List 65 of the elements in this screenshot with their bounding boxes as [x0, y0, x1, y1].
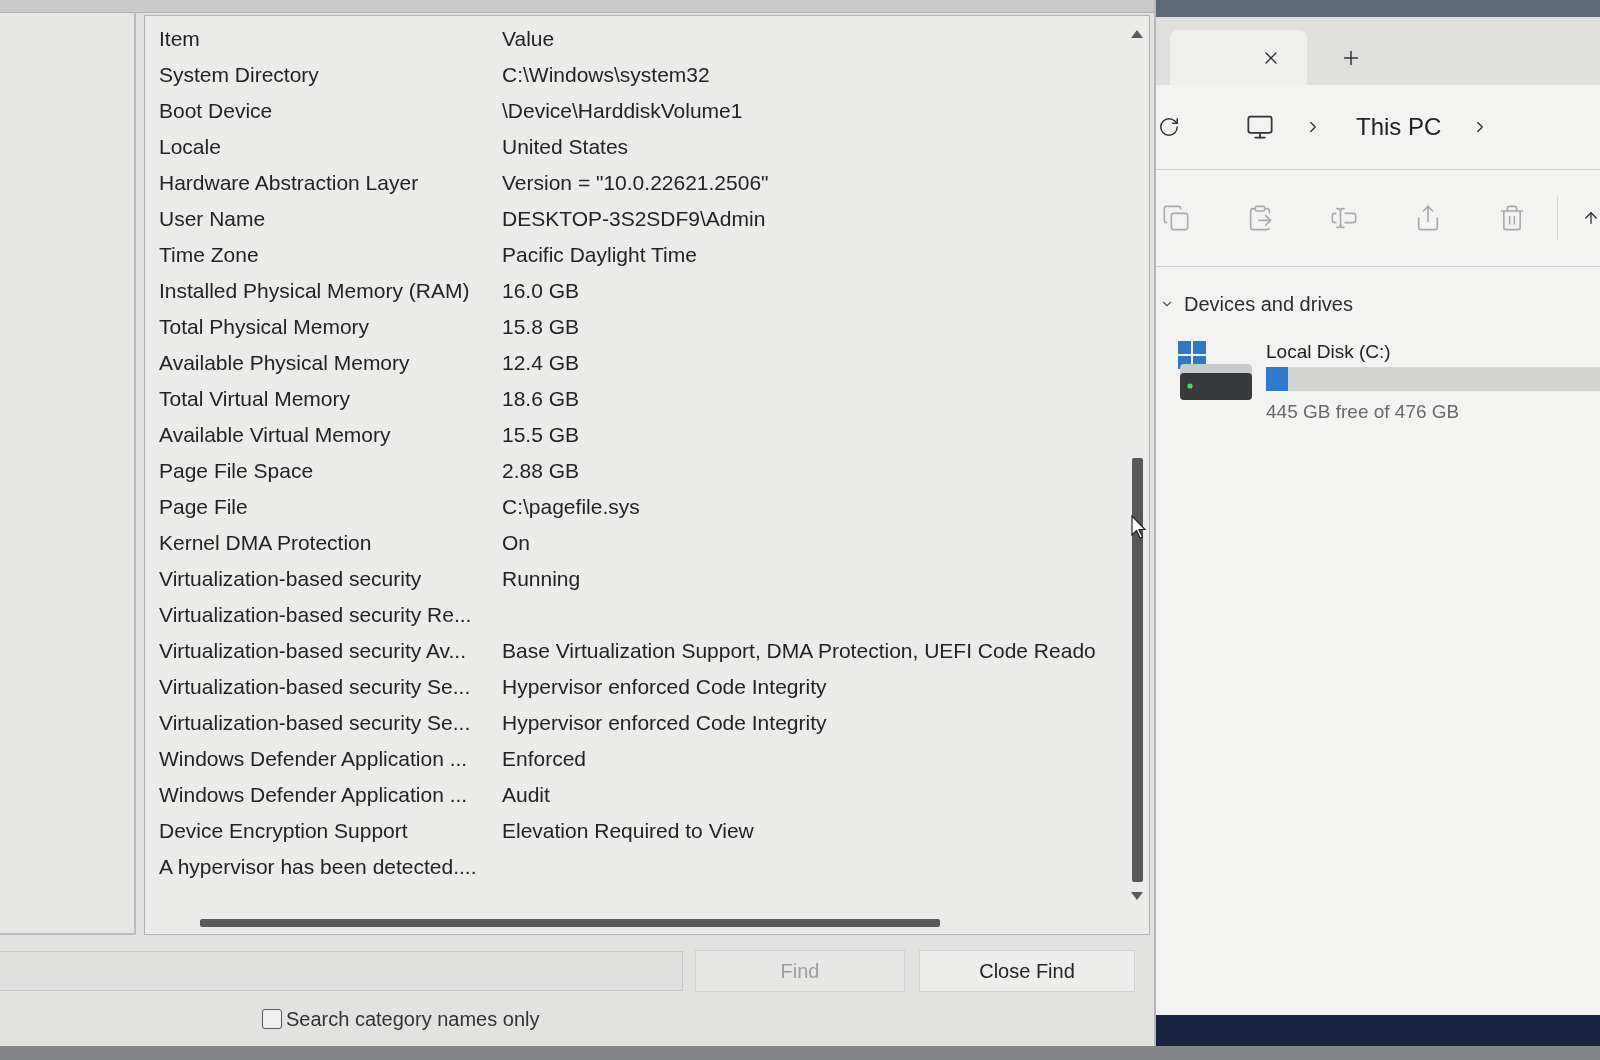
table-cell: Locale	[159, 135, 221, 159]
table-cell: 12.4 GB	[502, 351, 580, 375]
refresh-icon[interactable]	[1158, 116, 1180, 138]
mouse-pointer-icon	[1131, 515, 1147, 540]
table-cell: Base Virtualization Support, DMA Protection, UEFI Code Reado	[502, 639, 1096, 663]
table-cell: Available Virtual Memory	[159, 423, 391, 447]
table-cell: Virtualization-based security Av...	[159, 639, 466, 663]
table-cell: Time Zone	[159, 243, 259, 267]
column-header[interactable]: Value	[502, 27, 555, 51]
table-cell: Running	[502, 567, 581, 591]
table-cell: \Device\HarddiskVolume1	[502, 99, 743, 123]
table-cell: Hardware Abstraction Layer	[159, 171, 419, 195]
table-cell: Total Physical Memory	[159, 315, 370, 339]
table-cell: 18.6 GB	[502, 387, 580, 411]
table-cell: Page File Space	[159, 459, 314, 483]
table-cell: Device Encryption Support	[159, 819, 408, 843]
table-cell: DESKTOP-3S2SDF9\Admin	[502, 207, 766, 231]
table-cell: Windows Defender Application ...	[159, 747, 468, 771]
drive-capacity: 445 GB free of 476 GB	[1266, 401, 1461, 423]
sort-button[interactable]	[1582, 209, 1600, 227]
table-cell: Boot Device	[159, 99, 273, 123]
table-cell: United States	[502, 135, 629, 159]
table-cell: Virtualization-based security Se...	[159, 711, 471, 735]
copy-icon	[1162, 204, 1190, 232]
scrollbar-thumb[interactable]	[200, 919, 940, 927]
column-header[interactable]: Item	[159, 27, 200, 51]
table-cell: User Name	[159, 207, 266, 231]
table-cell: 16.0 GB	[502, 279, 580, 303]
table-cell: On	[502, 531, 530, 555]
table-cell: Installed Physical Memory (RAM)	[159, 279, 470, 303]
table-cell: Elevation Required to View	[502, 819, 754, 843]
checkbox-label[interactable]: Search category names only	[286, 1007, 540, 1031]
table-cell: Version = "10.0.22621.2506"	[502, 171, 769, 195]
trash-icon	[1498, 204, 1526, 232]
drive-icon[interactable]	[1178, 341, 1253, 401]
table-cell: Available Physical Memory	[159, 351, 410, 375]
checkbox[interactable]	[262, 1009, 282, 1029]
section-title: Devices and drives	[1184, 292, 1353, 316]
table-cell: Windows Defender Application ...	[159, 783, 468, 807]
down-arrow-icon[interactable]	[1131, 892, 1143, 900]
table-cell: 15.5 GB	[502, 423, 580, 447]
table-cell: Virtualization-based security Se...	[159, 675, 471, 699]
breadcrumb-item[interactable]: This PC	[1356, 113, 1442, 141]
table-cell: Enforced	[502, 747, 587, 771]
drive-name[interactable]: Local Disk (C:)	[1266, 341, 1600, 363]
find-field[interactable]	[0, 951, 683, 991]
table-cell: A hypervisor has been detected....	[159, 855, 477, 879]
up-arrow-icon[interactable]	[1131, 30, 1143, 38]
table-cell: Kernel DMA Protection	[159, 531, 372, 555]
table-cell: 2.88 GB	[502, 459, 580, 483]
table-cell: C:\pagefile.sys	[502, 495, 640, 519]
table-cell: 15.8 GB	[502, 315, 580, 339]
table-cell: Total Virtual Memory	[159, 387, 350, 411]
scrollbar-thumb[interactable]	[1131, 458, 1143, 882]
table-cell: C:\Windows\system32	[502, 63, 710, 87]
table-cell: Hypervisor enforced Code Integrity	[502, 711, 827, 735]
table-cell: Hypervisor enforced Code Integrity	[502, 675, 827, 699]
close-find-button[interactable]: Close Find	[919, 950, 1135, 992]
table-cell: Audit	[502, 783, 550, 807]
monitor-icon[interactable]	[1246, 113, 1274, 141]
table-cell: Pacific Daylight Time	[502, 243, 697, 267]
table-cell: Page File	[159, 495, 248, 519]
table-cell: Virtualization-based security	[159, 567, 422, 591]
table-cell: Virtualization-based security Re...	[159, 603, 472, 627]
table-cell: System Directory	[159, 63, 319, 87]
